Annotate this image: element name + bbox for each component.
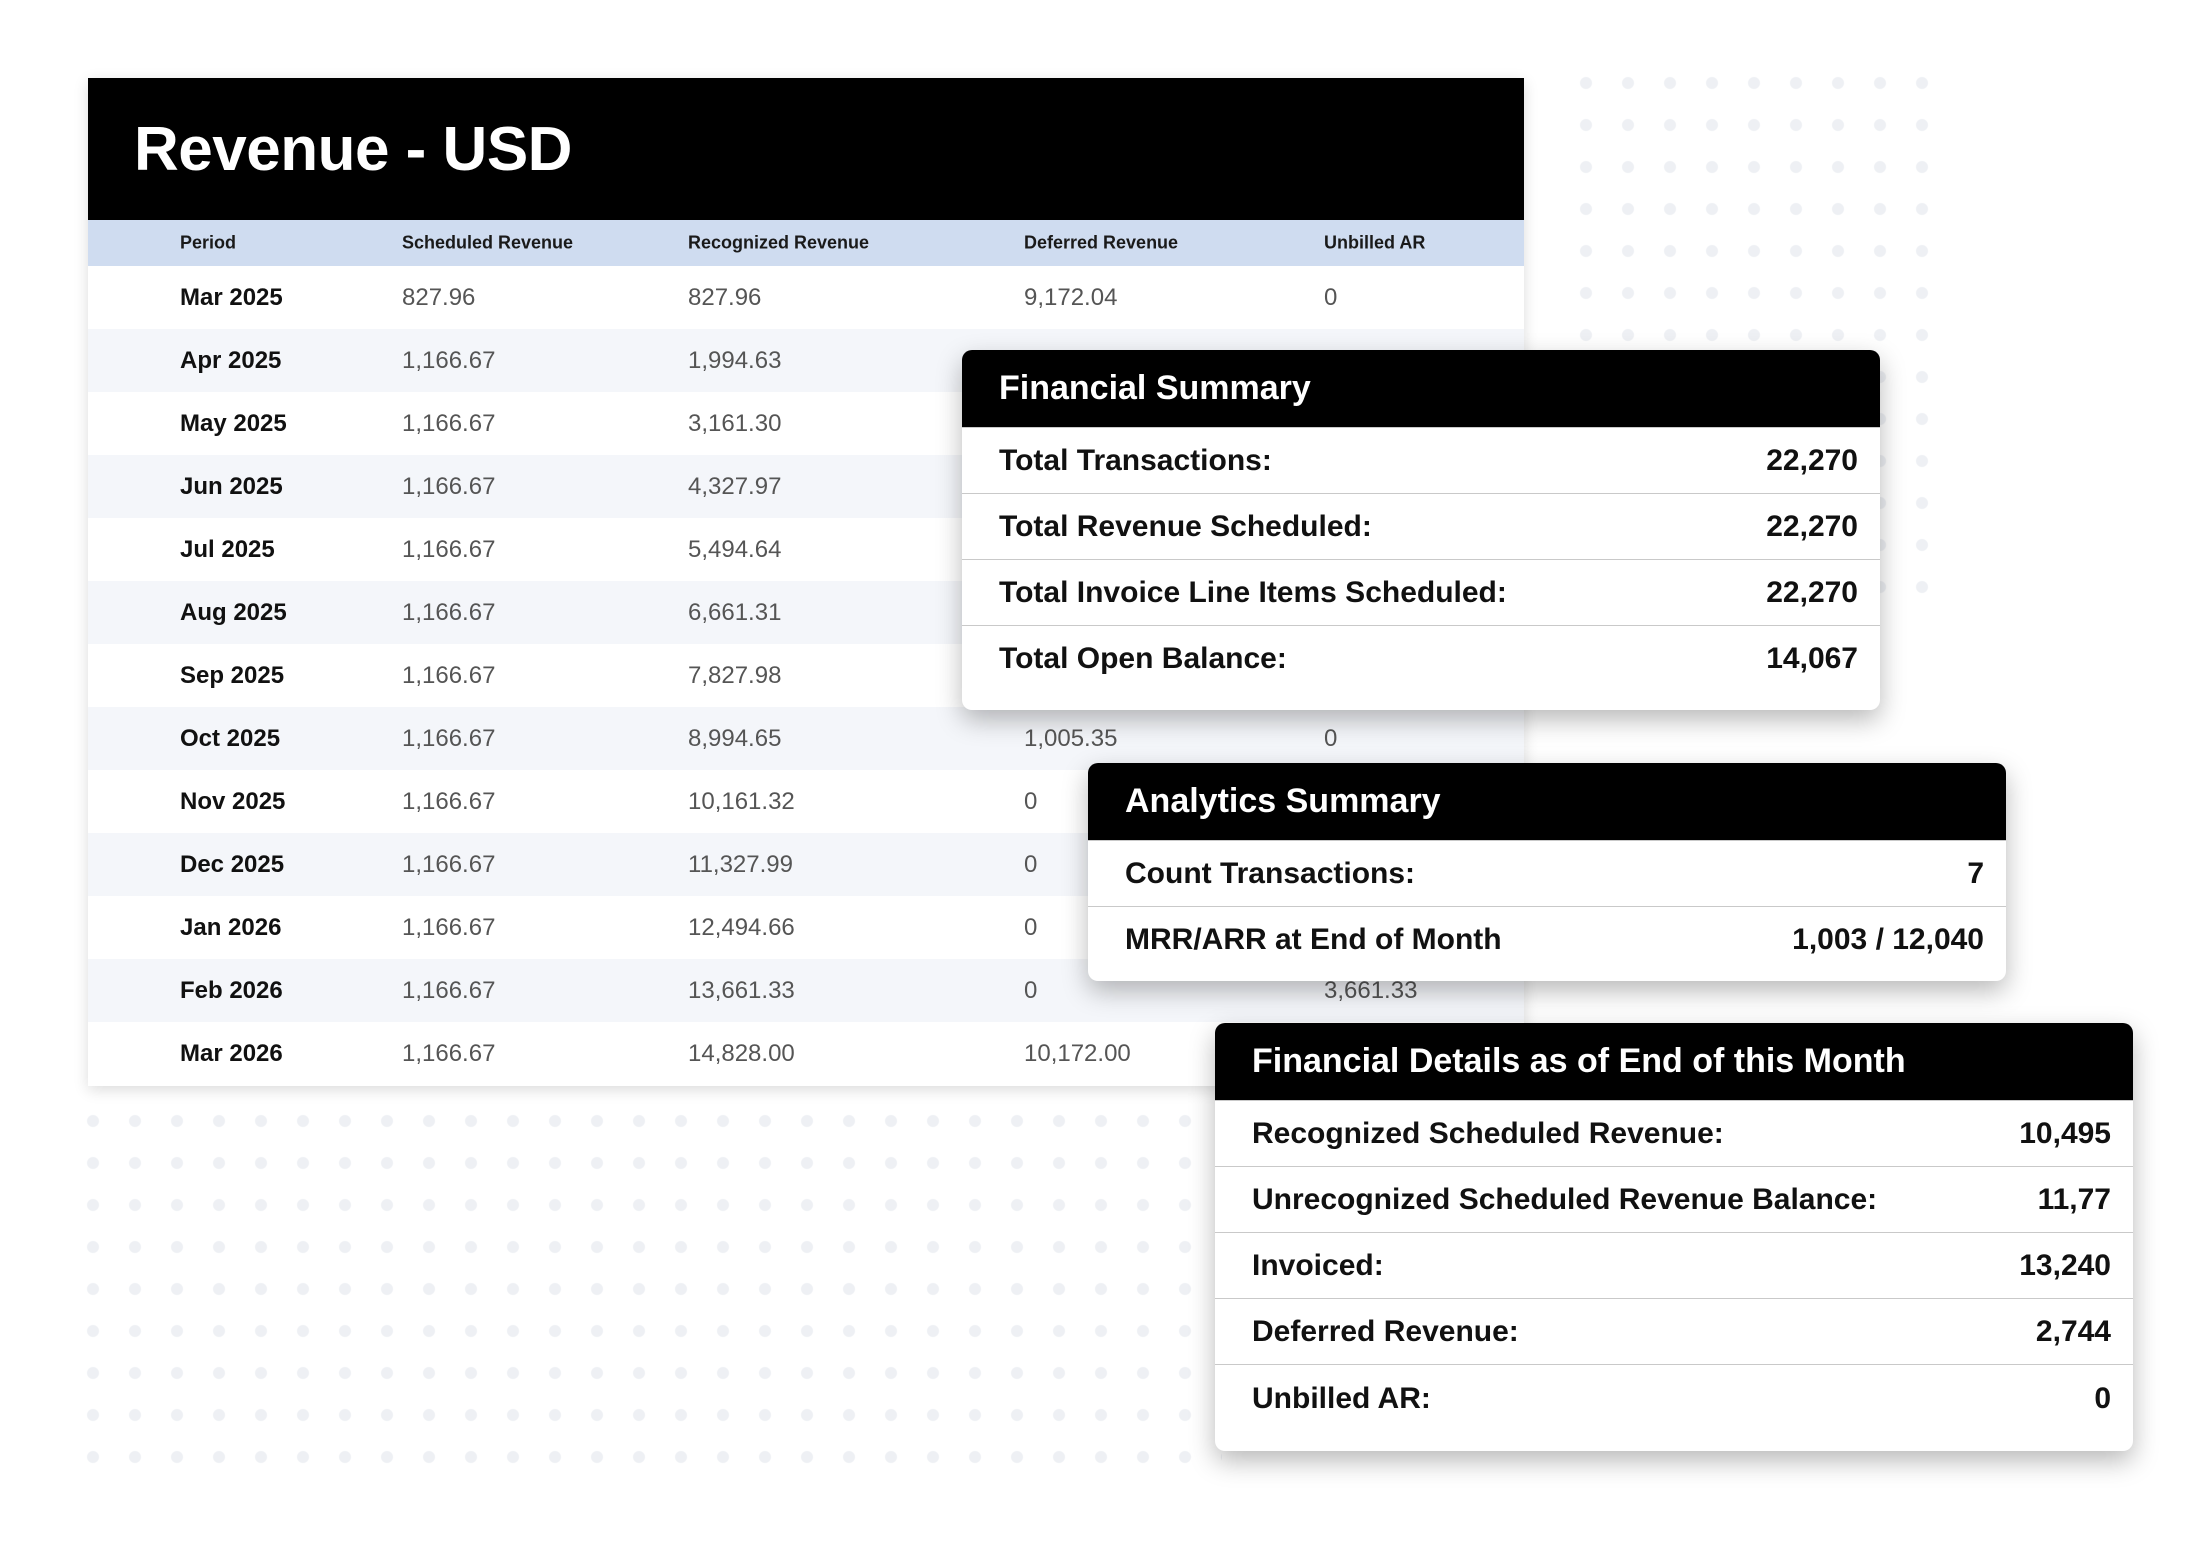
cell-recognized-revenue: 4,327.97 bbox=[688, 472, 782, 500]
cell-scheduled-revenue: 827.96 bbox=[402, 283, 476, 311]
summary-row-count-transactions: Count Transactions: 7 bbox=[1088, 840, 2006, 906]
detail-value: 2,744 bbox=[2035, 1314, 2111, 1348]
detail-value: 0 bbox=[2094, 1381, 2111, 1415]
cell-recognized-revenue: 10,161.32 bbox=[688, 787, 795, 815]
cell-deferred-revenue: 10,172.00 bbox=[1024, 1039, 1131, 1067]
financial-summary-card: Financial Summary Total Transactions: 22… bbox=[962, 350, 1880, 710]
cell-period: Mar 2026 bbox=[180, 1039, 283, 1067]
cell-period: Nov 2025 bbox=[180, 787, 286, 815]
column-header-unbilled-ar[interactable]: Unbilled AR bbox=[1324, 233, 1425, 254]
summary-row-total-invoice-line-items: Total Invoice Line Items Scheduled: 22,2… bbox=[962, 559, 1880, 625]
cell-period: May 2025 bbox=[180, 409, 287, 437]
cell-period: Jul 2025 bbox=[180, 535, 275, 563]
cell-scheduled-revenue: 1,166.67 bbox=[402, 535, 496, 563]
summary-label: Total Revenue Scheduled: bbox=[999, 509, 1372, 543]
cell-recognized-revenue: 3,161.30 bbox=[688, 409, 782, 437]
summary-value: 7 bbox=[1967, 856, 1984, 890]
table-column-headers: Period Scheduled Revenue Recognized Reve… bbox=[88, 220, 1524, 266]
revenue-table-header: Revenue - USD bbox=[88, 78, 1524, 220]
cell-deferred-revenue: 0 bbox=[1024, 976, 1038, 1004]
cell-recognized-revenue: 1,994.63 bbox=[688, 346, 782, 374]
column-header-deferred-revenue[interactable]: Deferred Revenue bbox=[1024, 233, 1178, 254]
column-header-recognized-revenue[interactable]: Recognized Revenue bbox=[688, 233, 869, 254]
summary-value: 22,270 bbox=[1766, 509, 1858, 543]
cell-recognized-revenue: 7,827.98 bbox=[688, 661, 782, 689]
detail-label: Recognized Scheduled Revenue: bbox=[1252, 1116, 1724, 1150]
summary-label: Total Invoice Line Items Scheduled: bbox=[999, 575, 1507, 609]
summary-row-total-revenue-scheduled: Total Revenue Scheduled: 22,270 bbox=[962, 493, 1880, 559]
cell-period: Sep 2025 bbox=[180, 661, 285, 689]
summary-label: Count Transactions: bbox=[1125, 856, 1416, 890]
financial-details-title: Financial Details as of End of this Mont… bbox=[1215, 1023, 2133, 1100]
cell-scheduled-revenue: 1,166.67 bbox=[402, 598, 496, 626]
cell-scheduled-revenue: 1,166.67 bbox=[402, 976, 496, 1004]
cell-period: Aug 2025 bbox=[180, 598, 287, 626]
cell-period: Feb 2026 bbox=[180, 976, 283, 1004]
cell-recognized-revenue: 12,494.66 bbox=[688, 913, 795, 941]
cell-recognized-revenue: 5,494.64 bbox=[688, 535, 782, 563]
cell-scheduled-revenue: 1,166.67 bbox=[402, 724, 496, 752]
cell-recognized-revenue: 6,661.31 bbox=[688, 598, 782, 626]
cell-deferred-revenue: 0 bbox=[1024, 850, 1038, 878]
cell-deferred-revenue: 0 bbox=[1024, 787, 1038, 815]
cell-scheduled-revenue: 1,166.67 bbox=[402, 787, 496, 815]
cell-recognized-revenue: 14,828.00 bbox=[688, 1039, 795, 1067]
detail-row-deferred-revenue: Deferred Revenue: 2,744 bbox=[1215, 1298, 2133, 1364]
detail-row-recognized-scheduled-revenue: Recognized Scheduled Revenue: 10,495 bbox=[1215, 1100, 2133, 1166]
cell-deferred-revenue: 9,172.04 bbox=[1024, 283, 1118, 311]
financial-details-card: Financial Details as of End of this Mont… bbox=[1215, 1023, 2133, 1451]
summary-value: 14,067 bbox=[1766, 641, 1858, 675]
cell-period: Jun 2025 bbox=[180, 472, 283, 500]
cell-scheduled-revenue: 1,166.67 bbox=[402, 346, 496, 374]
column-header-scheduled-revenue[interactable]: Scheduled Revenue bbox=[402, 233, 573, 254]
summary-label: Total Transactions: bbox=[999, 443, 1272, 477]
cell-scheduled-revenue: 1,166.67 bbox=[402, 913, 496, 941]
analytics-summary-card: Analytics Summary Count Transactions: 7 … bbox=[1088, 763, 2006, 981]
summary-label: Total Open Balance: bbox=[999, 641, 1287, 675]
cell-recognized-revenue: 8,994.65 bbox=[688, 724, 782, 752]
detail-value: 10,495 bbox=[2019, 1116, 2111, 1150]
detail-value: 13,240 bbox=[2019, 1248, 2111, 1282]
table-row[interactable]: Oct 2025 1,166.67 8,994.65 1,005.35 0 bbox=[88, 707, 1524, 770]
cell-scheduled-revenue: 1,166.67 bbox=[402, 409, 496, 437]
cell-recognized-revenue: 11,327.99 bbox=[688, 850, 793, 878]
cell-unbilled-ar: 0 bbox=[1324, 283, 1338, 311]
cell-period: Dec 2025 bbox=[180, 850, 285, 878]
summary-row-total-transactions: Total Transactions: 22,270 bbox=[962, 427, 1880, 493]
detail-label: Unrecognized Scheduled Revenue Balance: bbox=[1252, 1182, 1878, 1216]
cell-unbilled-ar: 0 bbox=[1324, 724, 1338, 752]
analytics-summary-title: Analytics Summary bbox=[1088, 763, 2006, 840]
revenue-table-title: Revenue - USD bbox=[134, 114, 572, 184]
summary-value: 22,270 bbox=[1766, 443, 1858, 477]
detail-label: Deferred Revenue: bbox=[1252, 1314, 1519, 1348]
column-header-period[interactable]: Period bbox=[180, 233, 236, 254]
detail-label: Unbilled AR: bbox=[1252, 1381, 1431, 1415]
summary-row-mrr-arr: MRR/ARR at End of Month 1,003 / 12,040 bbox=[1088, 906, 2006, 972]
summary-label: MRR/ARR at End of Month bbox=[1125, 922, 1502, 956]
summary-value: 1,003 / 12,040 bbox=[1792, 922, 1984, 956]
cell-period: Jan 2026 bbox=[180, 913, 282, 941]
detail-row-unrecognized-revenue-balance: Unrecognized Scheduled Revenue Balance: … bbox=[1215, 1166, 2133, 1232]
cell-period: Apr 2025 bbox=[180, 346, 282, 374]
table-row[interactable]: Mar 2025 827.96 827.96 9,172.04 0 bbox=[88, 266, 1524, 329]
decorative-dot-grid bbox=[72, 1100, 1222, 1480]
summary-value: 22,270 bbox=[1766, 575, 1858, 609]
financial-summary-title: Financial Summary bbox=[962, 350, 1880, 427]
summary-row-total-open-balance: Total Open Balance: 14,067 bbox=[962, 625, 1880, 691]
cell-recognized-revenue: 13,661.33 bbox=[688, 976, 795, 1004]
cell-recognized-revenue: 827.96 bbox=[688, 283, 762, 311]
detail-value: 11,77 bbox=[2037, 1182, 2111, 1216]
cell-scheduled-revenue: 1,166.67 bbox=[402, 1039, 496, 1067]
cell-scheduled-revenue: 1,166.67 bbox=[402, 850, 496, 878]
cell-period: Oct 2025 bbox=[180, 724, 281, 752]
detail-label: Invoiced: bbox=[1252, 1248, 1384, 1282]
cell-deferred-revenue: 0 bbox=[1024, 913, 1038, 941]
cell-period: Mar 2025 bbox=[180, 283, 283, 311]
detail-row-invoiced: Invoiced: 13,240 bbox=[1215, 1232, 2133, 1298]
cell-deferred-revenue: 1,005.35 bbox=[1024, 724, 1118, 752]
cell-scheduled-revenue: 1,166.67 bbox=[402, 472, 496, 500]
detail-row-unbilled-ar: Unbilled AR: 0 bbox=[1215, 1364, 2133, 1432]
cell-scheduled-revenue: 1,166.67 bbox=[402, 661, 496, 689]
